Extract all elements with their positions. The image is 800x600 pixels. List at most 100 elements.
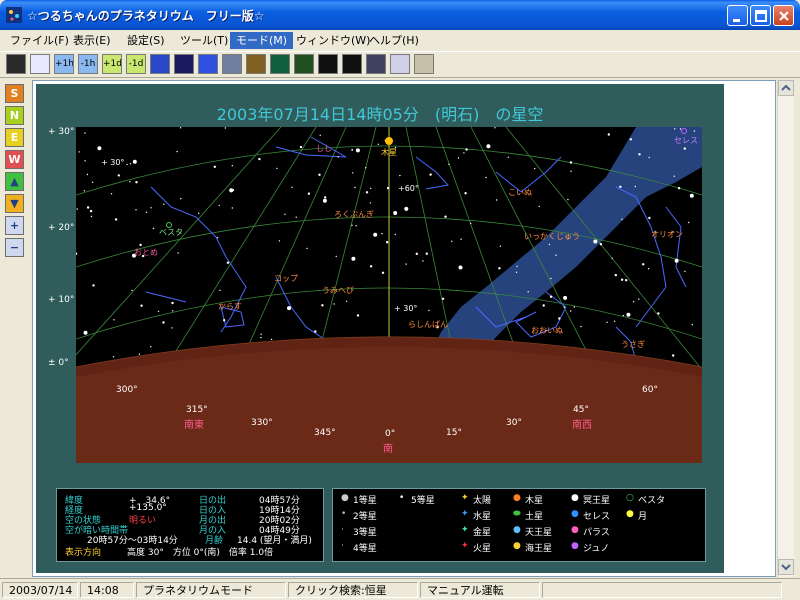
- plus-hour-button[interactable]: +1h: [54, 54, 74, 74]
- object-button[interactable]: [246, 54, 266, 74]
- legend-label: ジュノ: [583, 544, 610, 554]
- star: [351, 148, 353, 151]
- constellation-pic-button[interactable]: [198, 54, 218, 74]
- star: [346, 300, 348, 302]
- legend-symbol-icon: ✦: [461, 493, 469, 503]
- star: [638, 153, 641, 156]
- star: [219, 289, 221, 291]
- planet-button[interactable]: [366, 54, 386, 74]
- direction-south-button[interactable]: S: [5, 84, 24, 103]
- scroll-down-button[interactable]: [778, 559, 794, 575]
- close-button[interactable]: [773, 5, 794, 26]
- star: [648, 156, 650, 159]
- star: [113, 319, 115, 321]
- star: [335, 255, 337, 258]
- zoom-out-button[interactable]: −: [5, 238, 24, 257]
- legend-symbol-icon: ✦: [461, 509, 469, 519]
- star: [337, 156, 339, 158]
- view-down-button[interactable]: ▼: [5, 194, 24, 213]
- star: [606, 321, 608, 323]
- star: [647, 268, 650, 270]
- landscape-button[interactable]: [222, 54, 242, 74]
- star: [625, 279, 628, 282]
- star: [622, 314, 625, 317]
- plus-day-button[interactable]: +1d: [102, 54, 122, 74]
- star: [691, 324, 693, 326]
- minus-day-button[interactable]: -1d: [126, 54, 146, 74]
- legend-label: 天王星: [525, 528, 553, 538]
- legend-symbol-icon: ●: [571, 493, 579, 503]
- star: [226, 261, 230, 264]
- legend-label: 海王星: [525, 544, 553, 554]
- legend-symbol-icon: •: [341, 509, 347, 519]
- sphere-button[interactable]: [318, 54, 338, 74]
- legend-symbol-icon: ●: [341, 493, 349, 503]
- status-empty: [542, 582, 782, 598]
- star: [90, 215, 93, 218]
- constellation-name: しし: [316, 144, 332, 153]
- svg-text:345°: 345°: [314, 428, 336, 438]
- menu-settings[interactable]: 設定(S): [121, 32, 171, 49]
- menu-mode[interactable]: モード(M): [230, 32, 294, 49]
- milky-way-button[interactable]: [150, 54, 170, 74]
- star: [405, 263, 407, 265]
- sky-title: 2003年07月14日14時05分 (明石) の星空: [216, 105, 544, 124]
- satellite-button[interactable]: [414, 54, 434, 74]
- star: [231, 207, 233, 209]
- status-bar: 2003/07/14 14:08 プラネタリウムモード クリック検索:恒星 マニ…: [0, 578, 800, 600]
- title-bar[interactable]: ☆つるちゃんのプラネタリウム フリー版☆: [0, 0, 800, 30]
- sky-chart[interactable]: ししろくぶんぎおとめコップからすうみへびポンプらしんばんともおおいぬいっかくじゅ…: [76, 127, 702, 463]
- constellation-name: いっかくじゅう: [524, 232, 580, 241]
- star: [172, 310, 174, 312]
- legend: ● 1等星 • 5等星 ✦ 太陽 ● 木星 ● 冥王星 ○ ベスタ • 2等星 ✦ 水星 ⬬ 土星 ● セレス ● 月 · 3…: [332, 488, 706, 562]
- star: [322, 198, 327, 203]
- legend-symbol-icon: ✦: [461, 541, 469, 551]
- star: [270, 338, 273, 341]
- grid-button[interactable]: [270, 54, 290, 74]
- star: [688, 221, 690, 224]
- legend-label: 5等星: [411, 496, 435, 506]
- star: [593, 239, 598, 244]
- direction-east-button[interactable]: E: [5, 128, 24, 147]
- menu-file[interactable]: ファイル(F): [4, 32, 75, 49]
- star: [135, 181, 138, 184]
- star: [689, 193, 694, 198]
- legend-symbol-icon: ·: [341, 525, 344, 535]
- vertical-scrollbar[interactable]: [777, 80, 794, 577]
- legend-label: 太陽: [473, 496, 492, 506]
- view-up-button[interactable]: ▲: [5, 172, 24, 191]
- constellation-name: うさぎ: [621, 339, 645, 349]
- star: [258, 157, 261, 161]
- dome-button[interactable]: [342, 54, 362, 74]
- longitude-value: +135.0°: [129, 503, 167, 513]
- clock-button[interactable]: [30, 54, 50, 74]
- film-button[interactable]: [294, 54, 314, 74]
- star: [89, 209, 93, 213]
- direction-west-button[interactable]: W: [5, 150, 24, 169]
- menu-help[interactable]: ヘルプ(H): [363, 32, 425, 49]
- app-icon[interactable]: [6, 7, 22, 23]
- realtime-button[interactable]: [6, 54, 26, 74]
- star: [538, 205, 540, 208]
- minimize-button[interactable]: [727, 5, 748, 26]
- maximize-button[interactable]: [750, 5, 771, 26]
- svg-text:+ 30°: + 30°: [101, 158, 124, 167]
- comet-button[interactable]: [390, 54, 410, 74]
- star: [299, 145, 303, 149]
- menu-view[interactable]: 表示(E): [67, 32, 117, 49]
- status-time: 14:08: [80, 582, 134, 598]
- scroll-up-button[interactable]: [778, 80, 794, 96]
- constellation-line-button[interactable]: [174, 54, 194, 74]
- zoom-in-button[interactable]: +: [5, 216, 24, 235]
- star: [548, 243, 551, 246]
- arrow-down-icon: [781, 564, 791, 571]
- star: [287, 306, 291, 311]
- menu-tools[interactable]: ツール(T): [174, 32, 234, 49]
- star: [404, 206, 409, 211]
- legend-symbol-icon: ●: [626, 509, 634, 519]
- star: [515, 271, 518, 273]
- minus-hour-button[interactable]: -1h: [78, 54, 98, 74]
- svg-text:300°: 300°: [116, 385, 138, 395]
- legend-symbol-icon: ·: [341, 541, 344, 551]
- direction-north-button[interactable]: N: [5, 106, 24, 125]
